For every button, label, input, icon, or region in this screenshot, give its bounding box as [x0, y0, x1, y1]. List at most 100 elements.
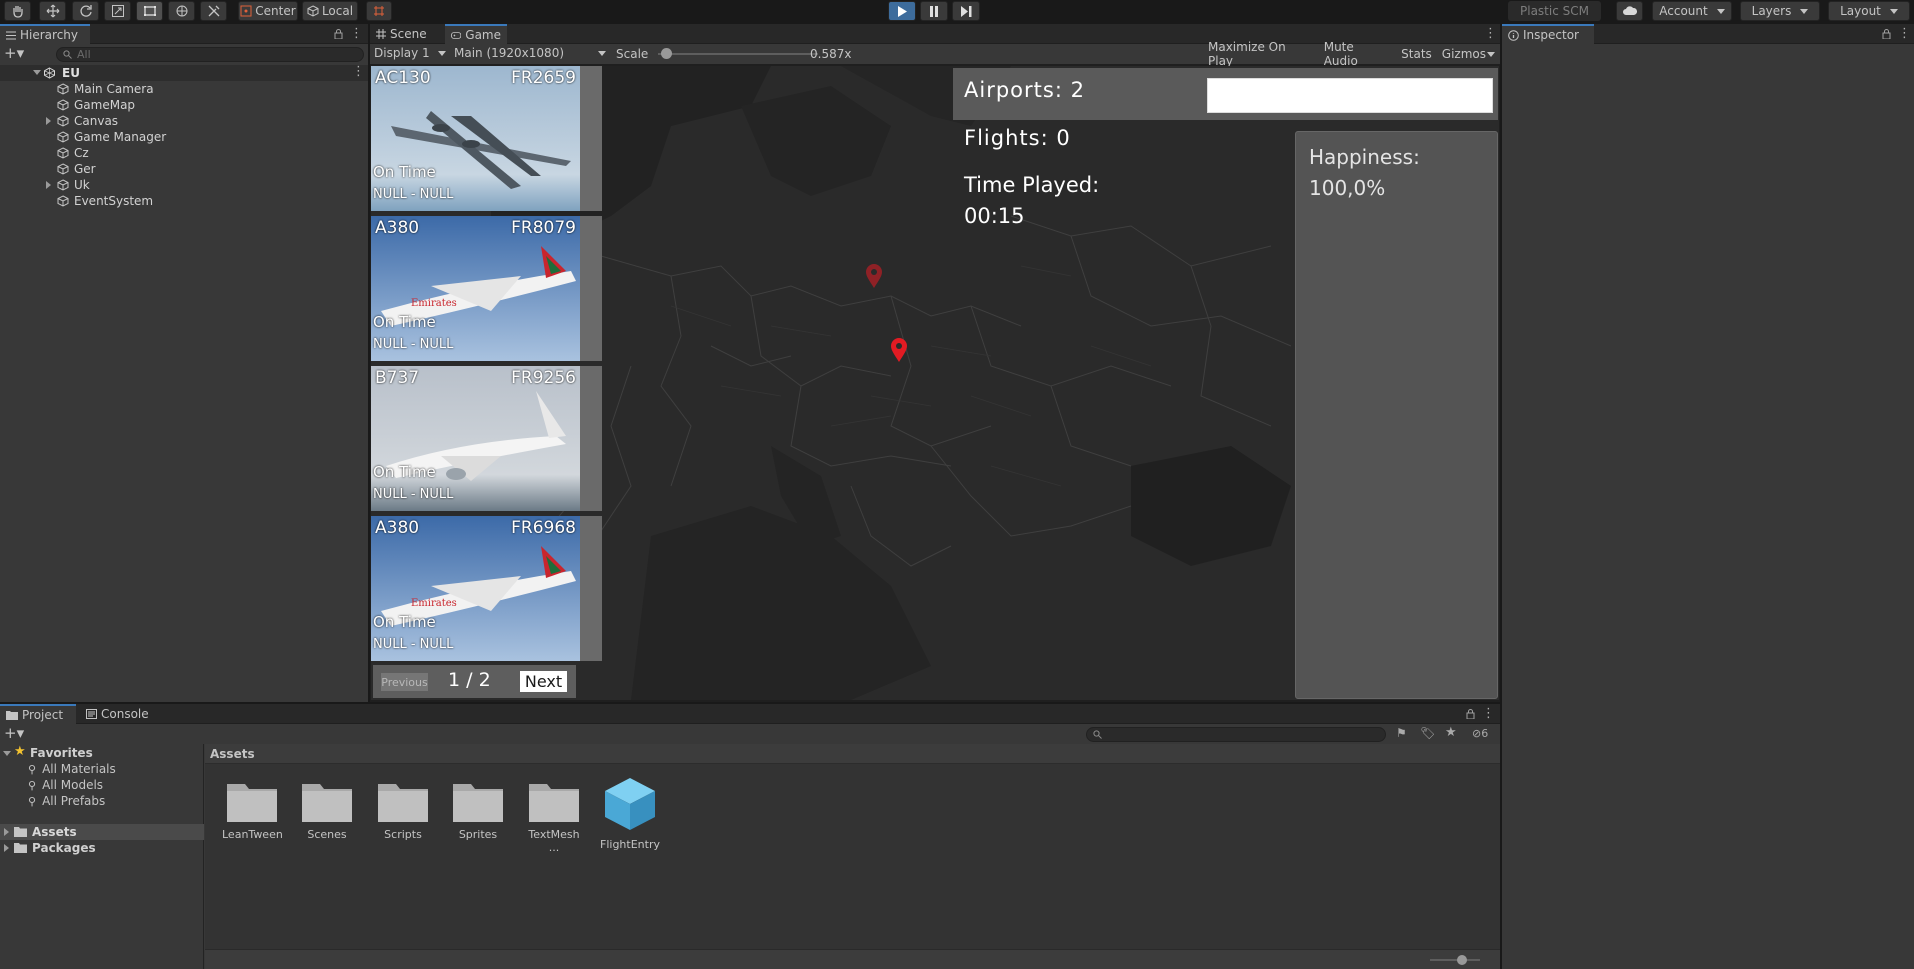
display-dropdown[interactable]: Display 1: [374, 46, 446, 62]
hierarchy-item-game-manager[interactable]: Game Manager: [0, 129, 368, 145]
step-button[interactable]: [952, 1, 980, 21]
fav-item-all-models[interactable]: ⚲ All Models: [28, 778, 103, 792]
next-page-button[interactable]: Next: [520, 671, 567, 692]
hierarchy-item-canvas[interactable]: Canvas: [0, 113, 368, 129]
layers-dropdown[interactable]: Layers: [1740, 1, 1820, 21]
hierarchy-item-cz[interactable]: Cz: [0, 145, 368, 161]
expand-arrow-icon[interactable]: [3, 751, 11, 756]
favorites-label[interactable]: Favorites: [30, 746, 93, 760]
tab-scene[interactable]: Scene: [370, 24, 442, 44]
transform-tool-button[interactable]: [168, 1, 195, 21]
asset-folder-leantween[interactable]: LeanTween: [222, 780, 283, 841]
asset-folder-sprites[interactable]: Sprites: [448, 780, 508, 841]
scale-tool-button[interactable]: [104, 1, 131, 21]
asset-folder-textmesh[interactable]: TextMesh ...: [524, 780, 584, 854]
tree-item-assets[interactable]: Assets: [0, 824, 204, 840]
previous-label: Previous: [381, 675, 428, 689]
tree-item-label: Assets: [32, 825, 77, 839]
panel-menu-icon[interactable]: ⋮: [350, 26, 363, 41]
hierarchy-tab-label: Hierarchy: [20, 28, 79, 42]
asset-folder-scenes[interactable]: Scenes: [297, 780, 357, 841]
gizmos-dropdown-icon[interactable]: [1487, 52, 1495, 57]
previous-page-button[interactable]: Previous: [381, 673, 428, 691]
step-icon: [960, 5, 971, 17]
breadcrumb[interactable]: Assets: [210, 747, 255, 761]
mute-audio-toggle[interactable]: Mute Audio: [1324, 40, 1391, 68]
asset-prefab-flightentry[interactable]: FlightEntry: [600, 776, 660, 851]
pause-button[interactable]: [920, 1, 948, 21]
maximize-on-play-toggle[interactable]: Maximize On Play: [1208, 40, 1314, 68]
hierarchy-item-uk[interactable]: Uk: [0, 177, 368, 193]
rotate-tool-button[interactable]: [72, 1, 99, 21]
cloud-button[interactable]: [1616, 1, 1643, 21]
hierarchy-item-gamemap[interactable]: GameMap: [0, 97, 368, 113]
hierarchy-item-label: Uk: [74, 178, 90, 192]
flight-card[interactable]: Emirates A380 FR6968 On Time NULL - NULL: [371, 516, 602, 661]
asset-folder-scripts[interactable]: Scripts: [373, 780, 433, 841]
move-tool-button[interactable]: [39, 1, 66, 21]
expand-arrow-icon[interactable]: [33, 70, 41, 75]
panel-menu-icon[interactable]: ⋮: [1482, 706, 1495, 721]
project-search-input[interactable]: [1086, 727, 1386, 742]
resolution-dropdown[interactable]: Main (1920x1080): [454, 46, 608, 62]
panel-menu-icon[interactable]: ⋮: [1898, 26, 1911, 41]
tab-project[interactable]: Project: [0, 704, 76, 724]
game-panel-menu-icon[interactable]: ⋮: [1484, 26, 1497, 41]
hierarchy-item-eventsystem[interactable]: EventSystem: [0, 193, 368, 209]
hierarchy-item-ger[interactable]: Ger: [0, 161, 368, 177]
add-object-button[interactable]: +▾: [4, 44, 24, 62]
filter-by-type-icon[interactable]: ⚑: [1396, 726, 1407, 740]
svg-text:Emirates: Emirates: [411, 598, 457, 609]
gizmos-toggle[interactable]: Gizmos: [1442, 47, 1486, 61]
fav-item-all-materials[interactable]: ⚲ All Materials: [28, 762, 116, 776]
tab-inspector[interactable]: Inspector: [1502, 24, 1594, 44]
airport-pin-cz[interactable]: [890, 337, 908, 363]
play-button[interactable]: [888, 1, 916, 21]
hierarchy-item-main-camera[interactable]: Main Camera: [0, 81, 368, 97]
flight-pager: Previous 1 / 2 Next: [373, 665, 576, 698]
flight-card[interactable]: AC130 FR2659 On Time NULL - NULL: [371, 66, 602, 211]
icon-size-slider-handle[interactable]: [1457, 955, 1467, 965]
fav-item-all-prefabs[interactable]: ⚲ All Prefabs: [28, 794, 105, 808]
gameobject-cube-icon: [57, 195, 69, 207]
airport-input-field[interactable]: [1207, 78, 1493, 113]
tab-hierarchy[interactable]: Hierarchy: [0, 24, 90, 44]
expand-arrow-icon[interactable]: [4, 844, 9, 852]
flight-status: On Time: [373, 313, 436, 331]
account-dropdown[interactable]: Account: [1652, 1, 1732, 21]
filter-by-label-icon[interactable]: 🏷: [1420, 726, 1435, 740]
icon-size-slider[interactable]: [1430, 959, 1480, 961]
tab-console[interactable]: Console: [80, 704, 156, 724]
flight-card[interactable]: Emirates A380 FR8079 On Time NULL - NULL: [371, 216, 602, 361]
scale-slider-track[interactable]: [658, 53, 818, 55]
hand-tool-button[interactable]: [4, 1, 31, 21]
scene-root-row[interactable]: EU ⋮: [0, 64, 368, 81]
plastic-scm-button[interactable]: Plastic SCM: [1508, 1, 1601, 21]
tree-item-packages[interactable]: Packages: [0, 840, 204, 856]
flight-id: FR9256: [511, 368, 576, 388]
lock-icon[interactable]: [1882, 29, 1891, 39]
expand-arrow-icon[interactable]: [46, 181, 51, 189]
lock-icon[interactable]: [1466, 709, 1475, 719]
scale-slider-handle[interactable]: [661, 48, 672, 59]
grid-snap-button[interactable]: [366, 1, 392, 21]
flight-card[interactable]: B737 FR9256 On Time NULL - NULL: [371, 366, 602, 511]
lock-icon[interactable]: [334, 29, 343, 39]
tab-game[interactable]: Game: [445, 24, 507, 44]
pivot-mode-button[interactable]: Center: [238, 1, 298, 21]
favorite-star-icon[interactable]: ★: [1445, 725, 1457, 740]
scene-menu-icon[interactable]: ⋮: [352, 64, 365, 79]
pivot-rotation-button[interactable]: Local: [302, 1, 358, 21]
hierarchy-search-input[interactable]: All: [56, 47, 364, 62]
stats-toggle[interactable]: Stats: [1401, 47, 1432, 61]
rect-tool-button[interactable]: [136, 1, 163, 21]
create-asset-button[interactable]: +▾: [4, 724, 24, 742]
move-icon: [46, 4, 59, 18]
expand-arrow-icon[interactable]: [4, 828, 9, 836]
layout-dropdown[interactable]: Layout: [1828, 1, 1910, 21]
local-cube-icon: [307, 5, 319, 17]
expand-arrow-icon[interactable]: [46, 117, 51, 125]
hidden-packages-count[interactable]: ⊘6: [1472, 727, 1488, 740]
custom-tool-button[interactable]: [200, 1, 227, 21]
airport-pin-ger[interactable]: [865, 263, 883, 289]
